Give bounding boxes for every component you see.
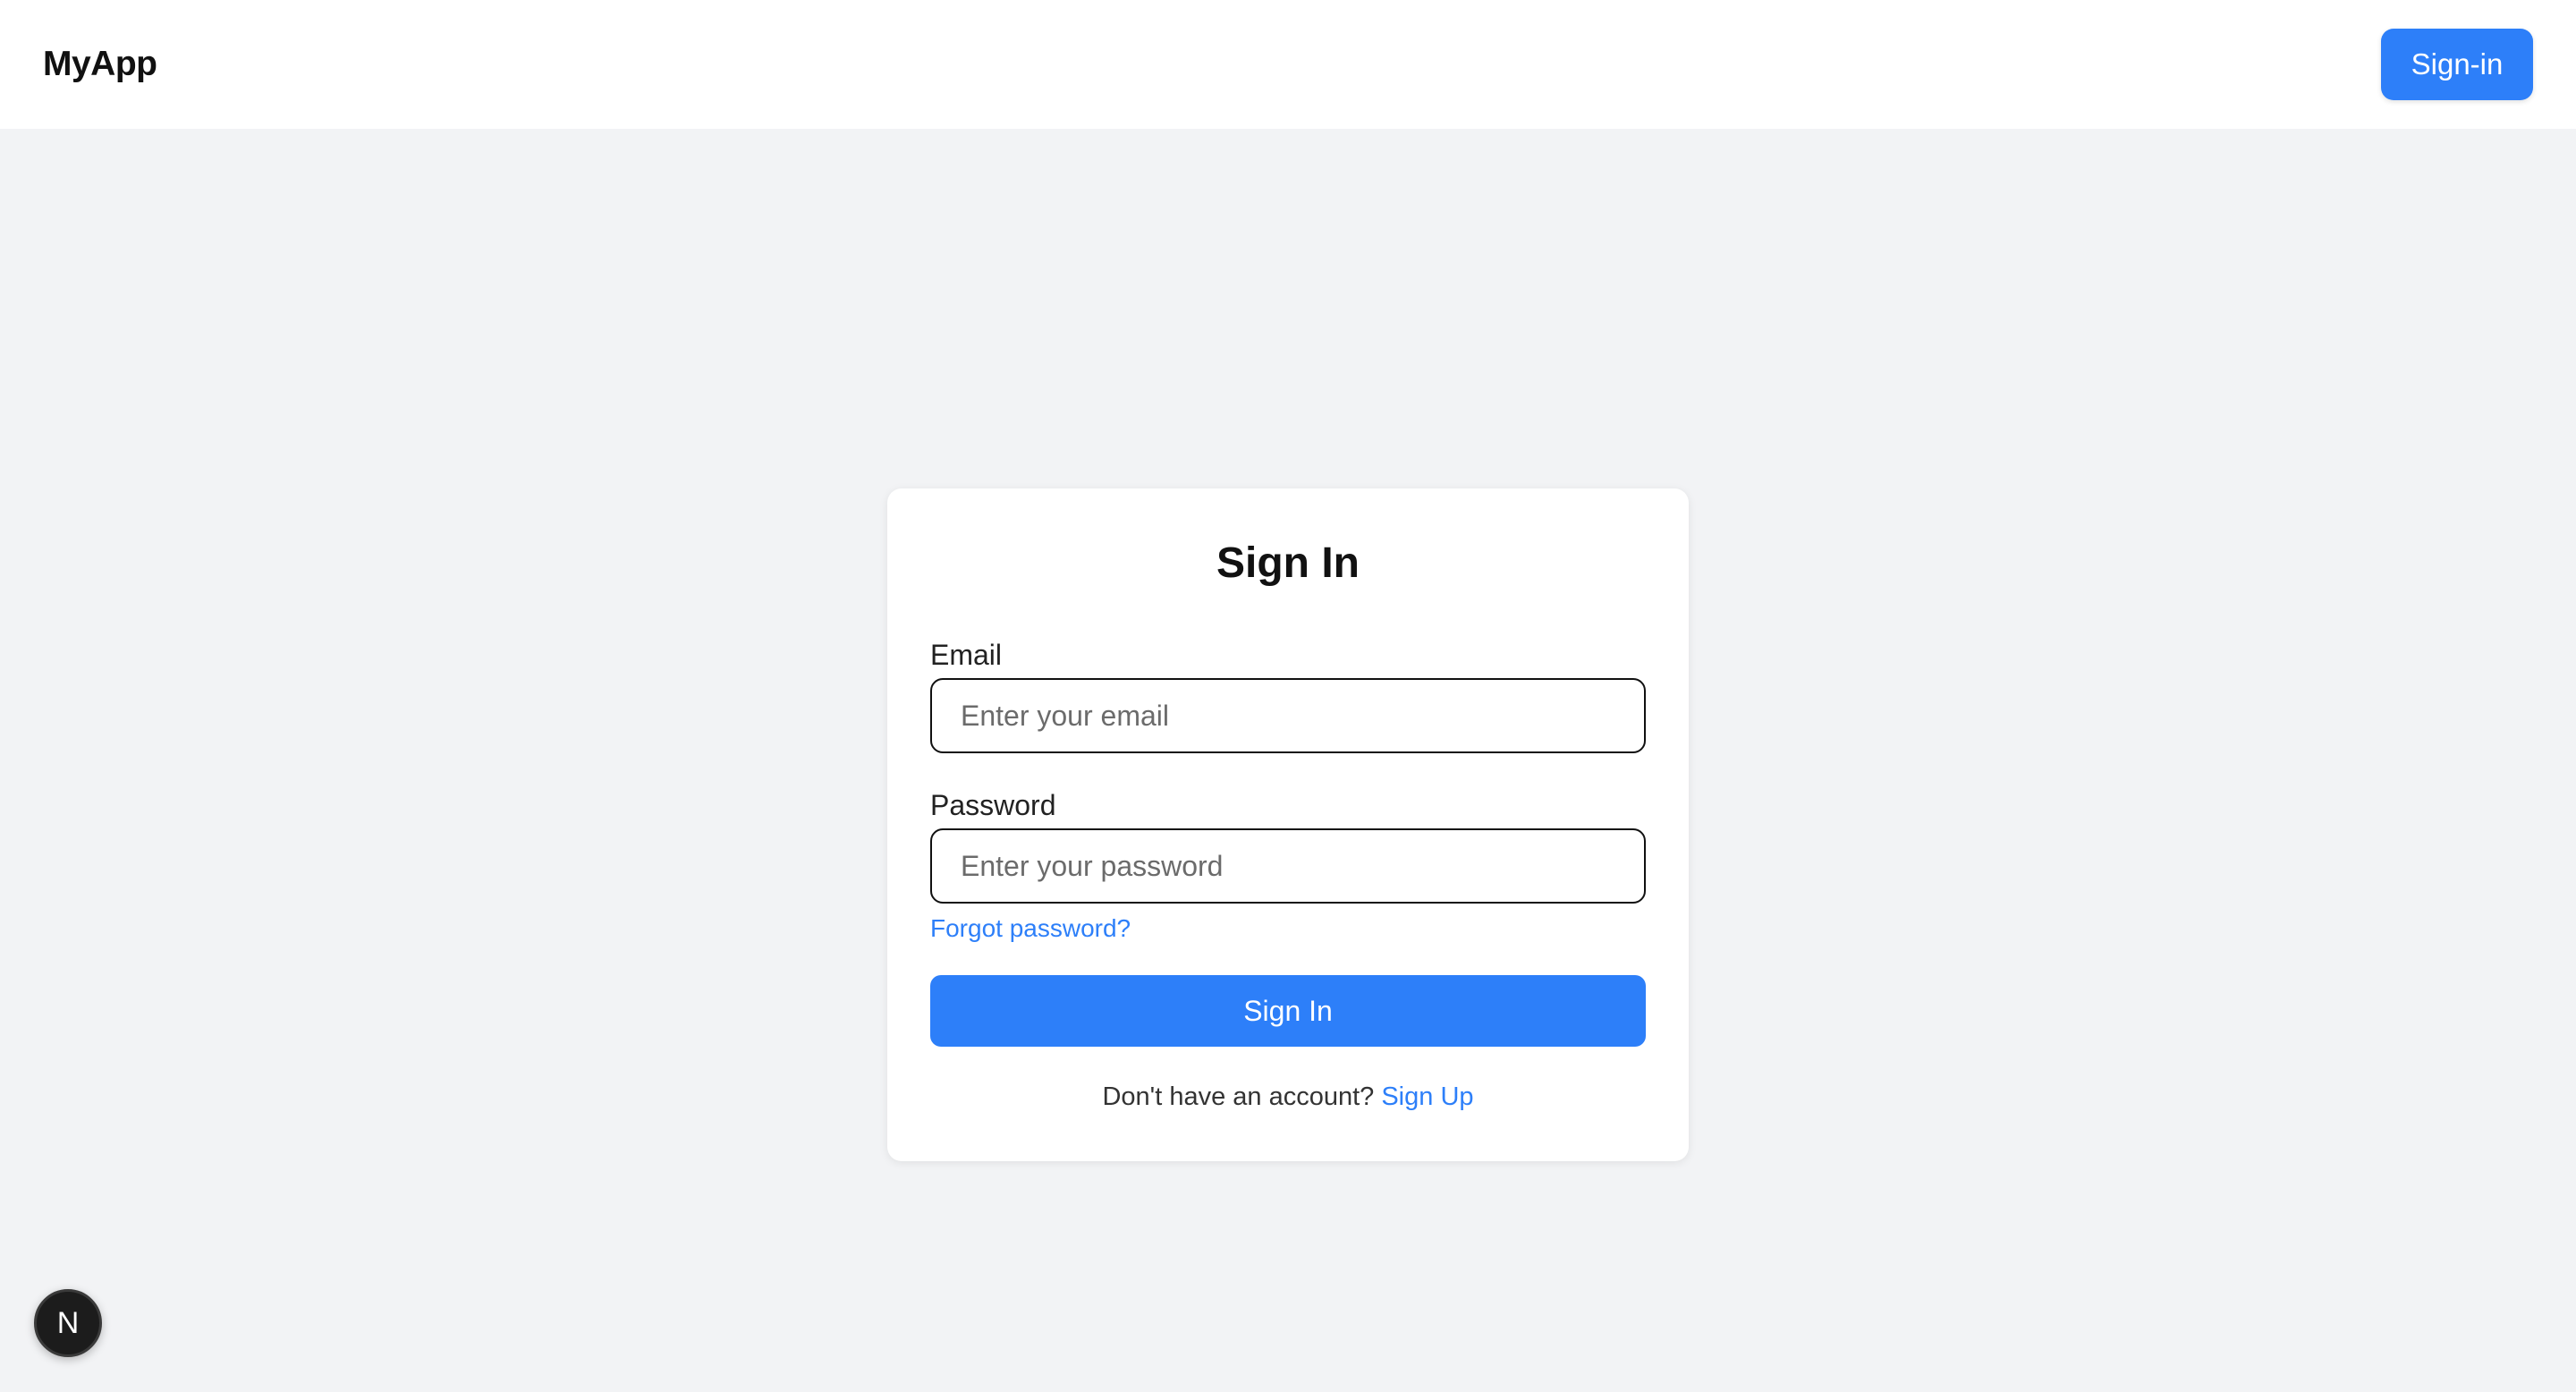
forgot-password-link[interactable]: Forgot password? [930, 912, 1131, 945]
navbar-signin-button[interactable]: Sign-in [2381, 29, 2533, 100]
email-field[interactable] [930, 678, 1646, 753]
signin-submit-button[interactable]: Sign In [930, 975, 1646, 1047]
email-label: Email [930, 639, 1003, 671]
top-navbar: MyApp Sign-in [0, 0, 2576, 129]
signin-card: Sign In Email Password Forgot password? … [887, 488, 1689, 1161]
page-title: Sign In [1216, 539, 1360, 587]
signup-prompt-text: Don't have an account? [1102, 1082, 1382, 1111]
app-logo[interactable]: MyApp [43, 45, 157, 84]
dev-badge-letter: N [56, 1305, 80, 1340]
password-field[interactable] [930, 828, 1646, 904]
nextjs-logo-icon[interactable]: N [34, 1289, 102, 1357]
password-label: Password [930, 789, 1056, 821]
signup-prompt: Don't have an account? Sign Up [930, 1079, 1646, 1115]
signup-link[interactable]: Sign Up [1381, 1082, 1473, 1111]
